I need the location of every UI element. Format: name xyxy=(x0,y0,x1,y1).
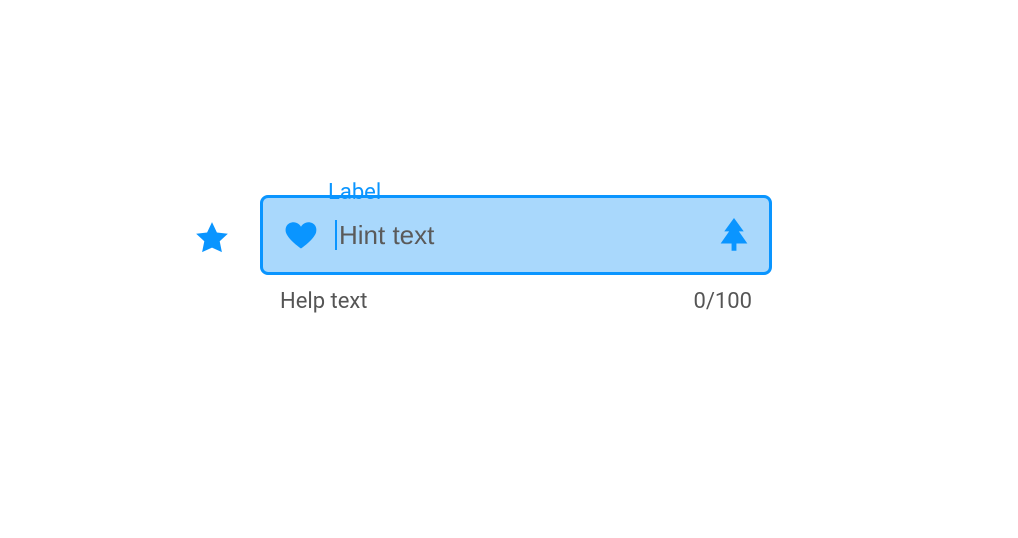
input-field-row: Label Help text 0/ xyxy=(192,195,772,314)
input-field-wrapper: Label xyxy=(260,195,772,275)
text-cursor xyxy=(335,220,337,250)
input-field-column: Label Help text 0/ xyxy=(260,195,772,314)
text-input[interactable] xyxy=(335,220,703,251)
helper-row: Help text 0/100 xyxy=(260,275,772,314)
helper-text: Help text xyxy=(280,289,368,314)
input-wrap xyxy=(335,198,703,272)
tree-icon xyxy=(719,218,749,252)
heart-icon xyxy=(283,217,319,253)
char-counter: 0/100 xyxy=(693,289,752,314)
input-label: Label xyxy=(320,182,389,204)
input-field-box[interactable] xyxy=(260,195,772,275)
star-icon xyxy=(192,195,232,275)
